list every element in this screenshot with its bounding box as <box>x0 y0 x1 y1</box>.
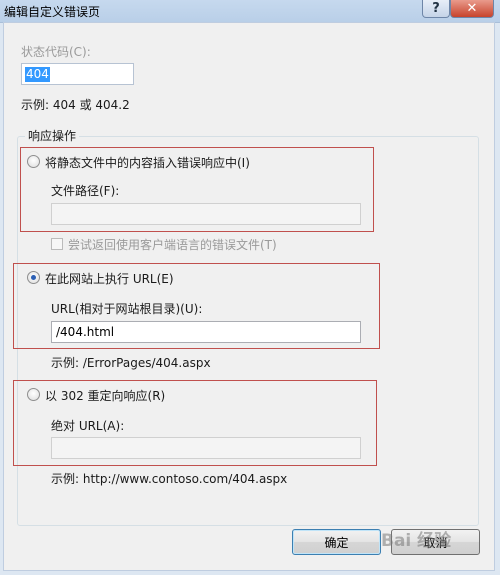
response-action-caption: 响应操作 <box>25 127 80 144</box>
file-path-label: 文件路径(F): <box>51 184 120 198</box>
ok-button[interactable]: 确定 <box>292 529 381 555</box>
dialog-body: 状态代码(C): 404 示例: 404 或 404.2 响应操作 将静态文件中… <box>3 22 495 571</box>
relative-url-label: URL(相对于网站根目录)(U): <box>51 302 203 316</box>
status-code-example: 示例: 404 或 404.2 <box>21 98 130 112</box>
relative-url-example: 示例: /ErrorPages/404.aspx <box>51 356 211 370</box>
help-button[interactable]: ? <box>422 0 450 18</box>
static-file-radio[interactable] <box>27 155 40 168</box>
try-language-checkbox[interactable] <box>51 238 63 250</box>
execute-url-option-label[interactable]: 在此网站上执行 URL(E) <box>45 270 174 287</box>
status-code-value: 404 <box>25 67 50 82</box>
absolute-url-example: 示例: http://www.contoso.com/404.aspx <box>51 472 288 486</box>
absolute-url-input[interactable] <box>51 437 361 459</box>
redirect-radio[interactable] <box>27 388 40 401</box>
close-icon: ✕ <box>466 1 478 16</box>
help-icon: ? <box>432 1 440 16</box>
close-button[interactable]: ✕ <box>450 0 494 18</box>
redirect-option-label[interactable]: 以 302 重定向响应(R) <box>45 387 165 404</box>
status-code-label: 状态代码(C): <box>21 45 91 59</box>
execute-url-radio[interactable] <box>27 271 40 284</box>
try-language-label: 尝试返回使用客户端语言的错误文件(T) <box>68 238 277 252</box>
watermark: Bai 经验 <box>381 531 452 551</box>
file-path-input[interactable] <box>51 203 361 225</box>
status-code-field[interactable]: 404 <box>21 63 134 85</box>
relative-url-input[interactable] <box>51 321 361 343</box>
static-file-option-label[interactable]: 将静态文件中的内容插入错误响应中(I) <box>45 154 250 171</box>
window-title: 编辑自定义错误页 <box>4 5 101 19</box>
title-bar: 编辑自定义错误页 ? ✕ <box>0 0 500 23</box>
absolute-url-label: 绝对 URL(A): <box>51 419 125 433</box>
